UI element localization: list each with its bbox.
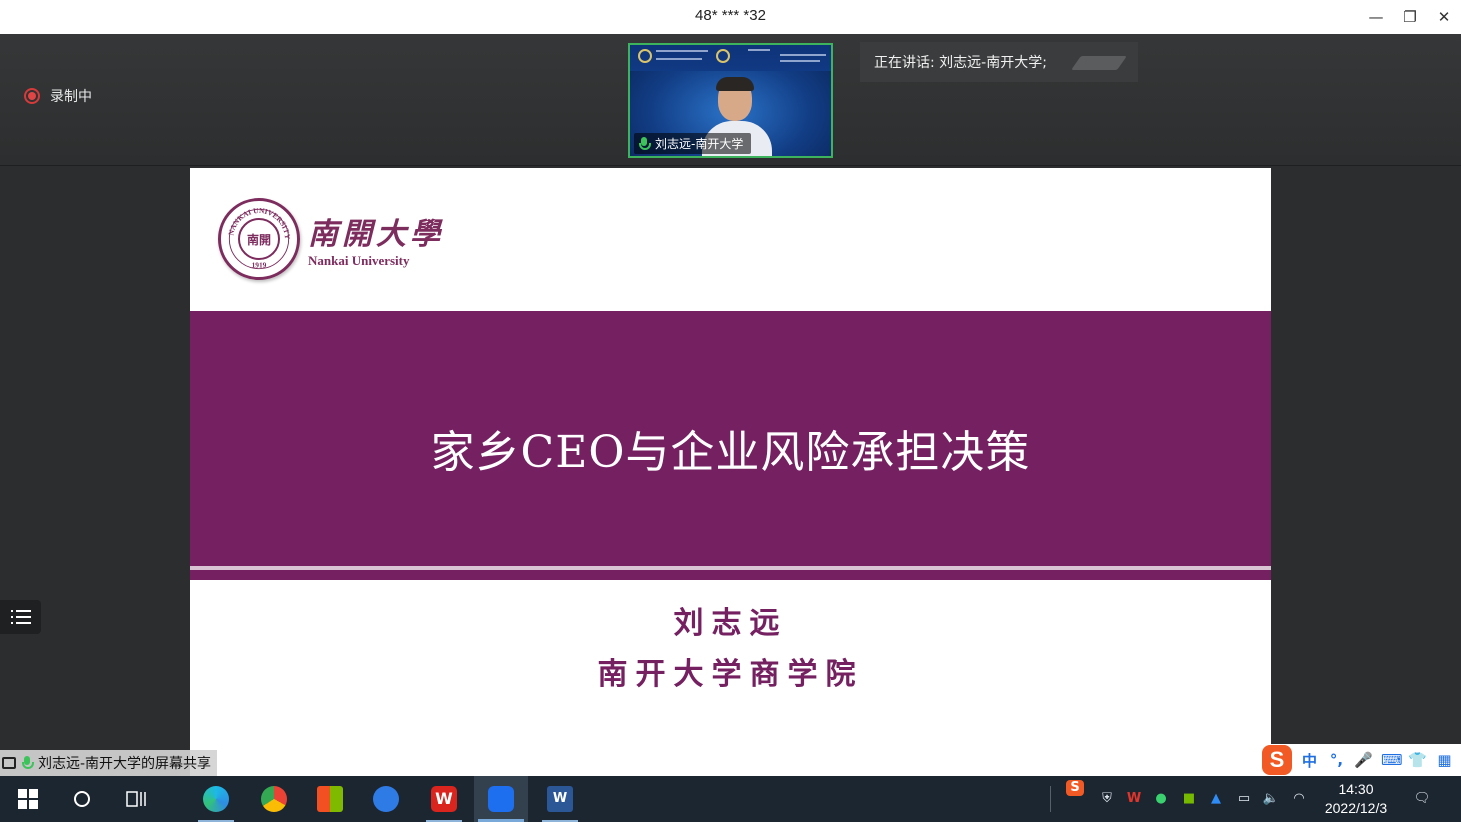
- screen-share-icon: [2, 757, 16, 769]
- participant-list-button[interactable]: [0, 600, 41, 634]
- recording-label: 录制中: [50, 89, 92, 105]
- taskbar-app-tencent-meeting[interactable]: [474, 776, 528, 822]
- taskbar-app-feishu[interactable]: [362, 776, 410, 822]
- wps-icon: W: [431, 786, 457, 812]
- search-button[interactable]: [62, 776, 102, 822]
- store-icon: [317, 786, 343, 812]
- taskbar-app-store[interactable]: [306, 776, 354, 822]
- volume-muted-icon[interactable]: 🔈: [1262, 790, 1280, 808]
- feishu-icon: [373, 786, 399, 812]
- ime-toolbar: S 中 °, 🎤 ⌨ 👕 ▦: [1258, 744, 1461, 776]
- taskbar-app-chrome[interactable]: [250, 776, 298, 822]
- windows-taskbar: W W S ⛨ W ● ■ ▲ ▭ 🔈 ◠ 14:30 2022/12/3 🗨: [0, 776, 1461, 822]
- logo-chinese-name: 南開大學: [308, 217, 444, 252]
- ime-toolbox-icon[interactable]: ▦: [1435, 751, 1454, 769]
- task-view-icon: [126, 791, 146, 807]
- ime-keyboard-icon[interactable]: ⌨: [1381, 751, 1403, 769]
- video-background-banner: [630, 45, 831, 71]
- word-icon: W: [547, 786, 573, 812]
- shared-screen-slide: NANKAI UNIVERSITY 1919 南開 南開大學 Nankai Un…: [190, 168, 1271, 776]
- search-icon: [74, 791, 90, 807]
- svg-text:NANKAI UNIVERSITY: NANKAI UNIVERSITY: [226, 206, 292, 240]
- wps-tray-icon[interactable]: W: [1125, 790, 1143, 808]
- window-title: 48* *** *32: [695, 7, 766, 24]
- tencent-meeting-icon: [488, 786, 514, 812]
- close-button[interactable]: ✕: [1432, 6, 1456, 28]
- screen-share-label: 刘志远-南开大学的屏幕共享: [38, 756, 212, 772]
- ime-punctuation-toggle[interactable]: °,: [1327, 751, 1346, 769]
- restore-button[interactable]: ❐: [1398, 6, 1422, 28]
- university-seal-icon: NANKAI UNIVERSITY 1919 南開: [218, 198, 300, 280]
- notification-icon[interactable]: 🗨: [1413, 790, 1431, 808]
- meeting-header: 录制中 刘志远-南开大学 正在讲话: 刘志远-南开大学;: [0, 34, 1461, 166]
- start-button[interactable]: [8, 776, 48, 822]
- microphone-icon: [21, 756, 34, 770]
- svg-text:1919: 1919: [252, 261, 267, 270]
- sogou-ime-icon[interactable]: S: [1262, 745, 1292, 775]
- ime-skin-icon[interactable]: 👕: [1408, 751, 1427, 769]
- band-bottom-strip: [190, 570, 1271, 580]
- speaking-indicator: 正在讲话: 刘志远-南开大学;: [860, 42, 1138, 82]
- taskbar-separator: [1050, 786, 1051, 812]
- record-icon: [24, 88, 40, 104]
- slide-title: 家乡CEO与企业风险承担决策: [430, 427, 1031, 478]
- meeting-tray-icon[interactable]: ▲: [1207, 790, 1225, 808]
- taskbar-clock[interactable]: 14:30 2022/12/3: [1316, 780, 1396, 818]
- window-title-bar: 48* *** *32 — ❐ ✕: [0, 0, 1461, 34]
- nvidia-tray-icon[interactable]: ■: [1180, 790, 1198, 808]
- ime-voice-icon[interactable]: 🎤: [1354, 751, 1373, 769]
- video-participant-name: 刘志远-南开大学: [655, 137, 744, 151]
- taskbar-app-edge[interactable]: [192, 776, 240, 822]
- recording-indicator: 录制中: [24, 86, 92, 106]
- seal-ring: NANKAI UNIVERSITY 1919: [226, 206, 292, 270]
- university-logo: NANKAI UNIVERSITY 1919 南開 南開大學 Nankai Un…: [218, 198, 444, 280]
- taskbar-app-word[interactable]: W: [536, 776, 584, 822]
- edge-icon: [203, 786, 229, 812]
- battery-icon[interactable]: ▭: [1235, 790, 1253, 808]
- wechat-tray-icon[interactable]: ●: [1152, 790, 1170, 808]
- slide-affiliation: 南开大学商学院: [597, 657, 864, 692]
- wifi-icon[interactable]: ◠: [1290, 790, 1308, 808]
- chrome-icon: [261, 786, 287, 812]
- security-shield-icon[interactable]: ⛨: [1098, 790, 1116, 808]
- voice-activity-icon: [1071, 52, 1127, 72]
- microphone-icon: [638, 136, 651, 151]
- ime-chinese-mode[interactable]: 中: [1300, 750, 1319, 771]
- video-name-tag: 刘志远-南开大学: [634, 133, 752, 154]
- logo-english-name: Nankai University: [308, 253, 410, 268]
- speaking-label: 正在讲话: 刘志远-南开大学;: [874, 55, 1047, 71]
- windows-icon: [18, 789, 38, 809]
- taskbar-app-wps[interactable]: W: [420, 776, 468, 822]
- sogou-tray-icon[interactable]: S: [1066, 780, 1084, 796]
- list-icon: [10, 610, 31, 624]
- slide-author: 刘志远: [673, 606, 788, 641]
- minimize-button[interactable]: —: [1364, 6, 1388, 28]
- screen-share-tag: 刘志远-南开大学的屏幕共享: [0, 750, 218, 776]
- clock-time: 14:30: [1338, 781, 1374, 797]
- active-speaker-video[interactable]: 刘志远-南开大学: [628, 43, 833, 158]
- task-view-button[interactable]: [116, 776, 156, 822]
- clock-date: 2022/12/3: [1324, 800, 1388, 816]
